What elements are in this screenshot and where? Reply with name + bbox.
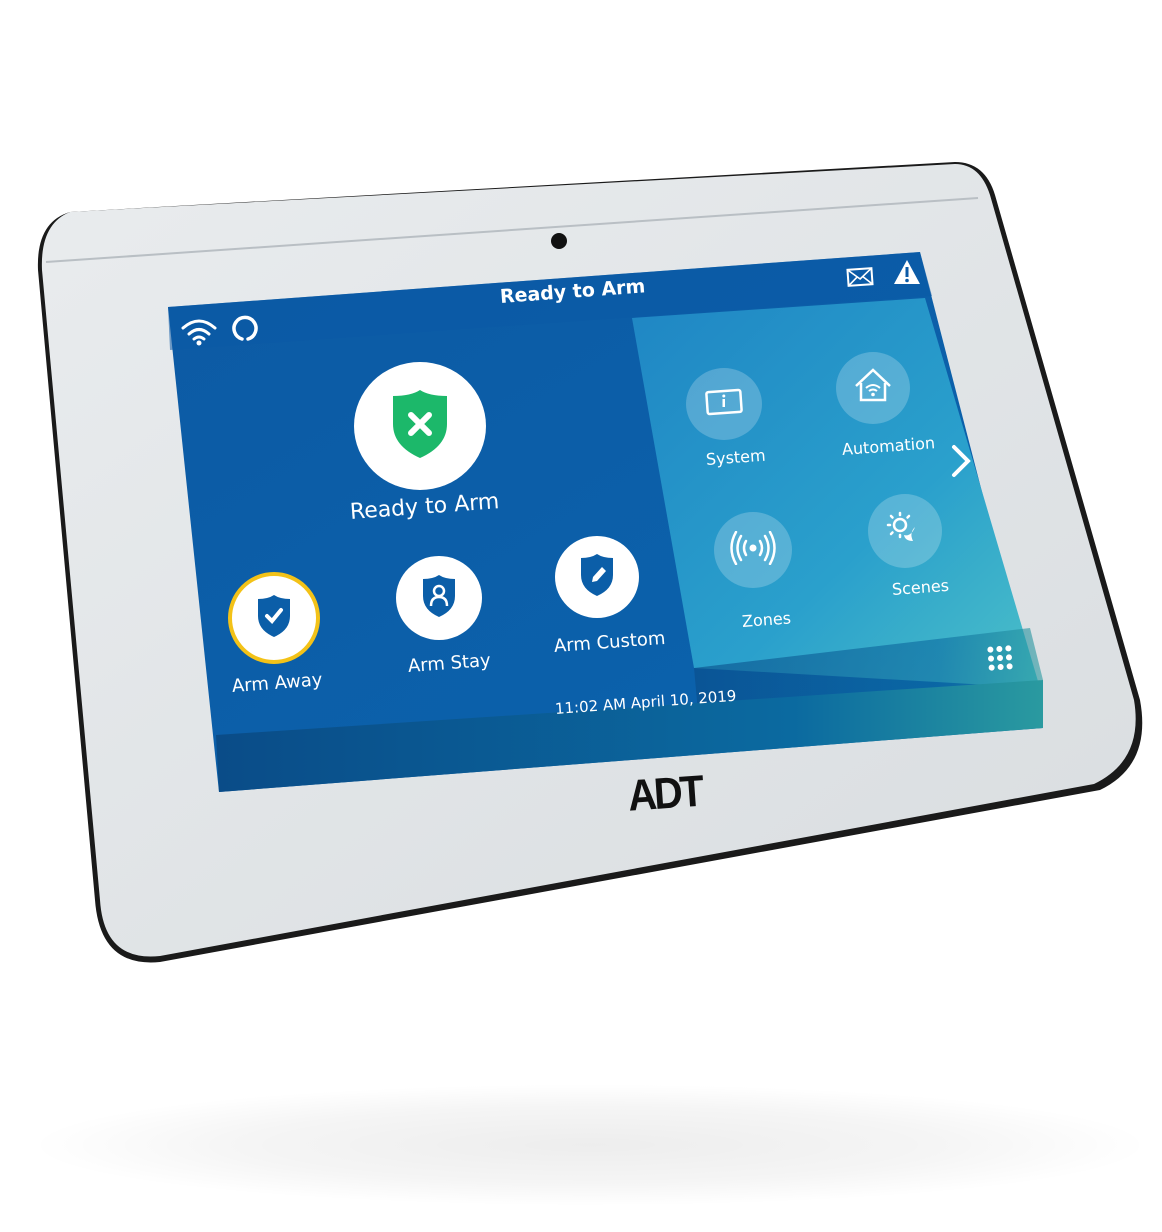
arm-stay-button[interactable] (396, 556, 482, 640)
shield-person-icon (421, 574, 457, 622)
camera-lens (551, 233, 567, 249)
alert-triangle-icon[interactable] (893, 259, 921, 285)
menu-tile-system[interactable] (686, 368, 762, 440)
wifi-icon (180, 316, 218, 346)
menu-tile-zones[interactable] (714, 512, 792, 588)
chevron-right-icon[interactable] (950, 444, 972, 478)
shield-pencil-icon (579, 553, 615, 601)
sun-moon-icon (885, 511, 925, 551)
smart-home-icon (852, 366, 894, 410)
alexa-ring-icon (232, 314, 260, 342)
arm-away-button[interactable] (228, 572, 320, 664)
keypad-icon[interactable] (985, 643, 1015, 673)
arm-custom-button[interactable] (555, 536, 639, 618)
menu-tile-zones-label: Zones (741, 608, 792, 631)
menu-tile-automation[interactable] (836, 352, 910, 424)
menu-tile-scenes[interactable] (868, 494, 942, 568)
shield-check-icon (256, 594, 292, 642)
shield-x-icon (389, 388, 451, 464)
brand-logo: ADT (626, 767, 703, 821)
device-body (37, 162, 1143, 963)
mail-icon[interactable] (845, 265, 874, 289)
ready-status-button[interactable] (354, 362, 486, 490)
sensor-signal-icon (730, 530, 776, 569)
info-panel-icon (704, 388, 744, 420)
